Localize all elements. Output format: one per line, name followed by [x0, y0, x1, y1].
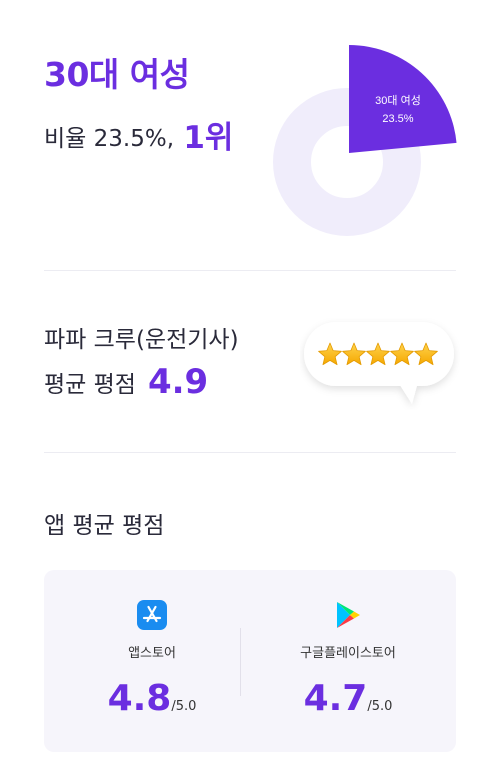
rating-bubble: [304, 322, 454, 404]
google-play-icon: [337, 602, 360, 628]
crew-avg-label: 평균 평점: [44, 372, 136, 398]
demographic-headline: 30대 여성: [44, 55, 190, 94]
rank-value: 1위: [183, 120, 234, 156]
app-store-icon: [137, 600, 167, 630]
store-score: 4.7/5.0: [250, 678, 446, 719]
store-score-value: 4.8: [107, 678, 172, 719]
crew-average: 평균 평점 4.9: [44, 362, 208, 402]
google-play-rating: 구글플레이스토어 4.7/5.0: [250, 570, 446, 752]
store-divider: [240, 628, 241, 696]
section-divider: [44, 270, 456, 271]
crew-score: 4.9: [147, 362, 209, 402]
crew-title: 파파 크루(운전기사): [44, 327, 239, 353]
store-score-value: 4.7: [303, 678, 368, 719]
segment-value: 23.5%: [382, 113, 413, 125]
store-name: 앱스토어: [128, 646, 176, 661]
demographic-ratio: 비율 23.5%, 1위: [44, 112, 233, 157]
segment-label: 30대 여성: [375, 94, 421, 107]
store-score-scale: /5.0: [171, 699, 197, 714]
app-rating-card: 앱스토어 4.8/5.0 구글플레이스토어 4.7/5.0: [44, 570, 456, 752]
store-score-scale: /5.0: [367, 699, 393, 714]
app-rating-title: 앱 평균 평점: [44, 513, 165, 539]
demographic-section: 30대 여성 비율 23.5%, 1위 30대 여성 23.5%: [0, 0, 500, 270]
store-name: 구글플레이스토어: [300, 646, 396, 661]
share-donut-chart: 30대 여성 23.5%: [273, 45, 457, 236]
app-store-rating: 앱스토어 4.8/5.0: [54, 570, 250, 752]
store-score: 4.8/5.0: [54, 678, 250, 719]
section-divider: [44, 452, 456, 453]
ratio-label: 비율 23.5%,: [44, 126, 175, 152]
